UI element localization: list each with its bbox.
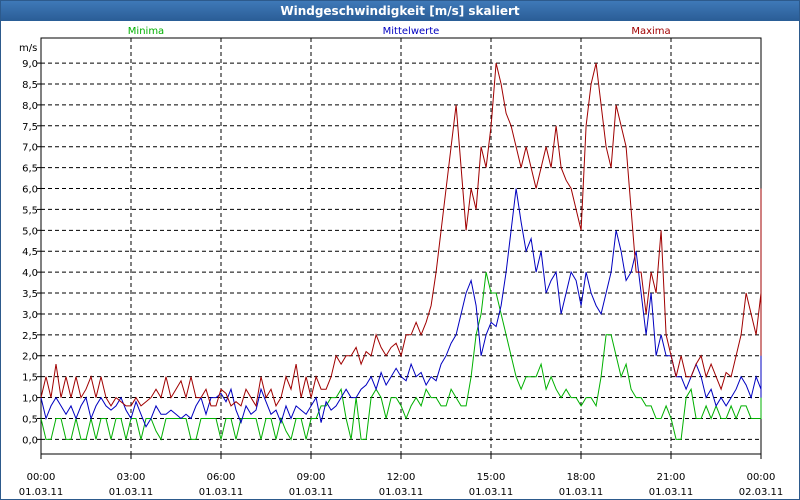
y-tick-label: 1,5 [22, 373, 38, 384]
y-tick-label: 0,5 [22, 414, 38, 425]
y-tick-label: 9,0 [22, 59, 38, 70]
x-tick-time: 00:00 [27, 472, 56, 483]
x-tick-time: 12:00 [387, 472, 416, 483]
y-tick-label: 2,5 [22, 331, 38, 342]
window-title: Windgeschwindigkeit [m/s] skaliert [1, 1, 799, 21]
chart-window: Windgeschwindigkeit [m/s] skaliert Minim… [0, 0, 800, 500]
y-tick-label: 4,5 [22, 247, 38, 258]
x-tick-date: 02.03.11 [739, 487, 784, 498]
legend-maxima: Maxima [631, 26, 670, 37]
y-tick-label: 6,0 [22, 185, 38, 196]
y-tick-label: 2,0 [22, 352, 38, 363]
y-tick-label: 5,0 [22, 226, 38, 237]
y-tick-label: 7,0 [22, 143, 38, 154]
x-tick-time: 03:00 [117, 472, 146, 483]
y-axis-label: m/s [19, 43, 37, 54]
legend-minima: Minima [128, 26, 164, 37]
x-tick-date: 01.03.11 [19, 487, 64, 498]
x-tick-time: 21:00 [657, 472, 686, 483]
x-tick-date: 01.03.11 [649, 487, 694, 498]
legend-mittelwerte: Mittelwerte [383, 26, 440, 37]
y-tick-label: 8,0 [22, 101, 38, 112]
x-tick-time: 15:00 [477, 472, 506, 483]
x-tick-time: 09:00 [297, 472, 326, 483]
y-tick-label: 0,0 [22, 435, 38, 446]
y-tick-label: 3,5 [22, 289, 38, 300]
y-tick-label: 4,0 [22, 268, 38, 279]
y-tick-label: 7,5 [22, 122, 38, 133]
y-tick-label: 8,5 [22, 80, 38, 91]
wind-speed-chart: Minima Mittelwerte Maxima m/s 0,0 0,5 1,0 1,5… [19, 26, 784, 498]
y-tick-label: 6,5 [22, 164, 38, 175]
x-tick-date: 01.03.11 [469, 487, 514, 498]
x-tick-date: 01.03.11 [289, 487, 334, 498]
x-tick-date: 01.03.11 [379, 487, 424, 498]
x-tick-date: 01.03.11 [109, 487, 154, 498]
x-tick-time: 00:00 [747, 472, 776, 483]
y-tick-label: 5,5 [22, 205, 38, 216]
x-tick-time: 06:00 [207, 472, 236, 483]
x-tick-date: 01.03.11 [199, 487, 244, 498]
x-tick-time: 18:00 [567, 472, 596, 483]
y-tick-label: 1,0 [22, 394, 38, 405]
x-tick-date: 01.03.11 [559, 487, 604, 498]
y-tick-label: 3,0 [22, 310, 38, 321]
